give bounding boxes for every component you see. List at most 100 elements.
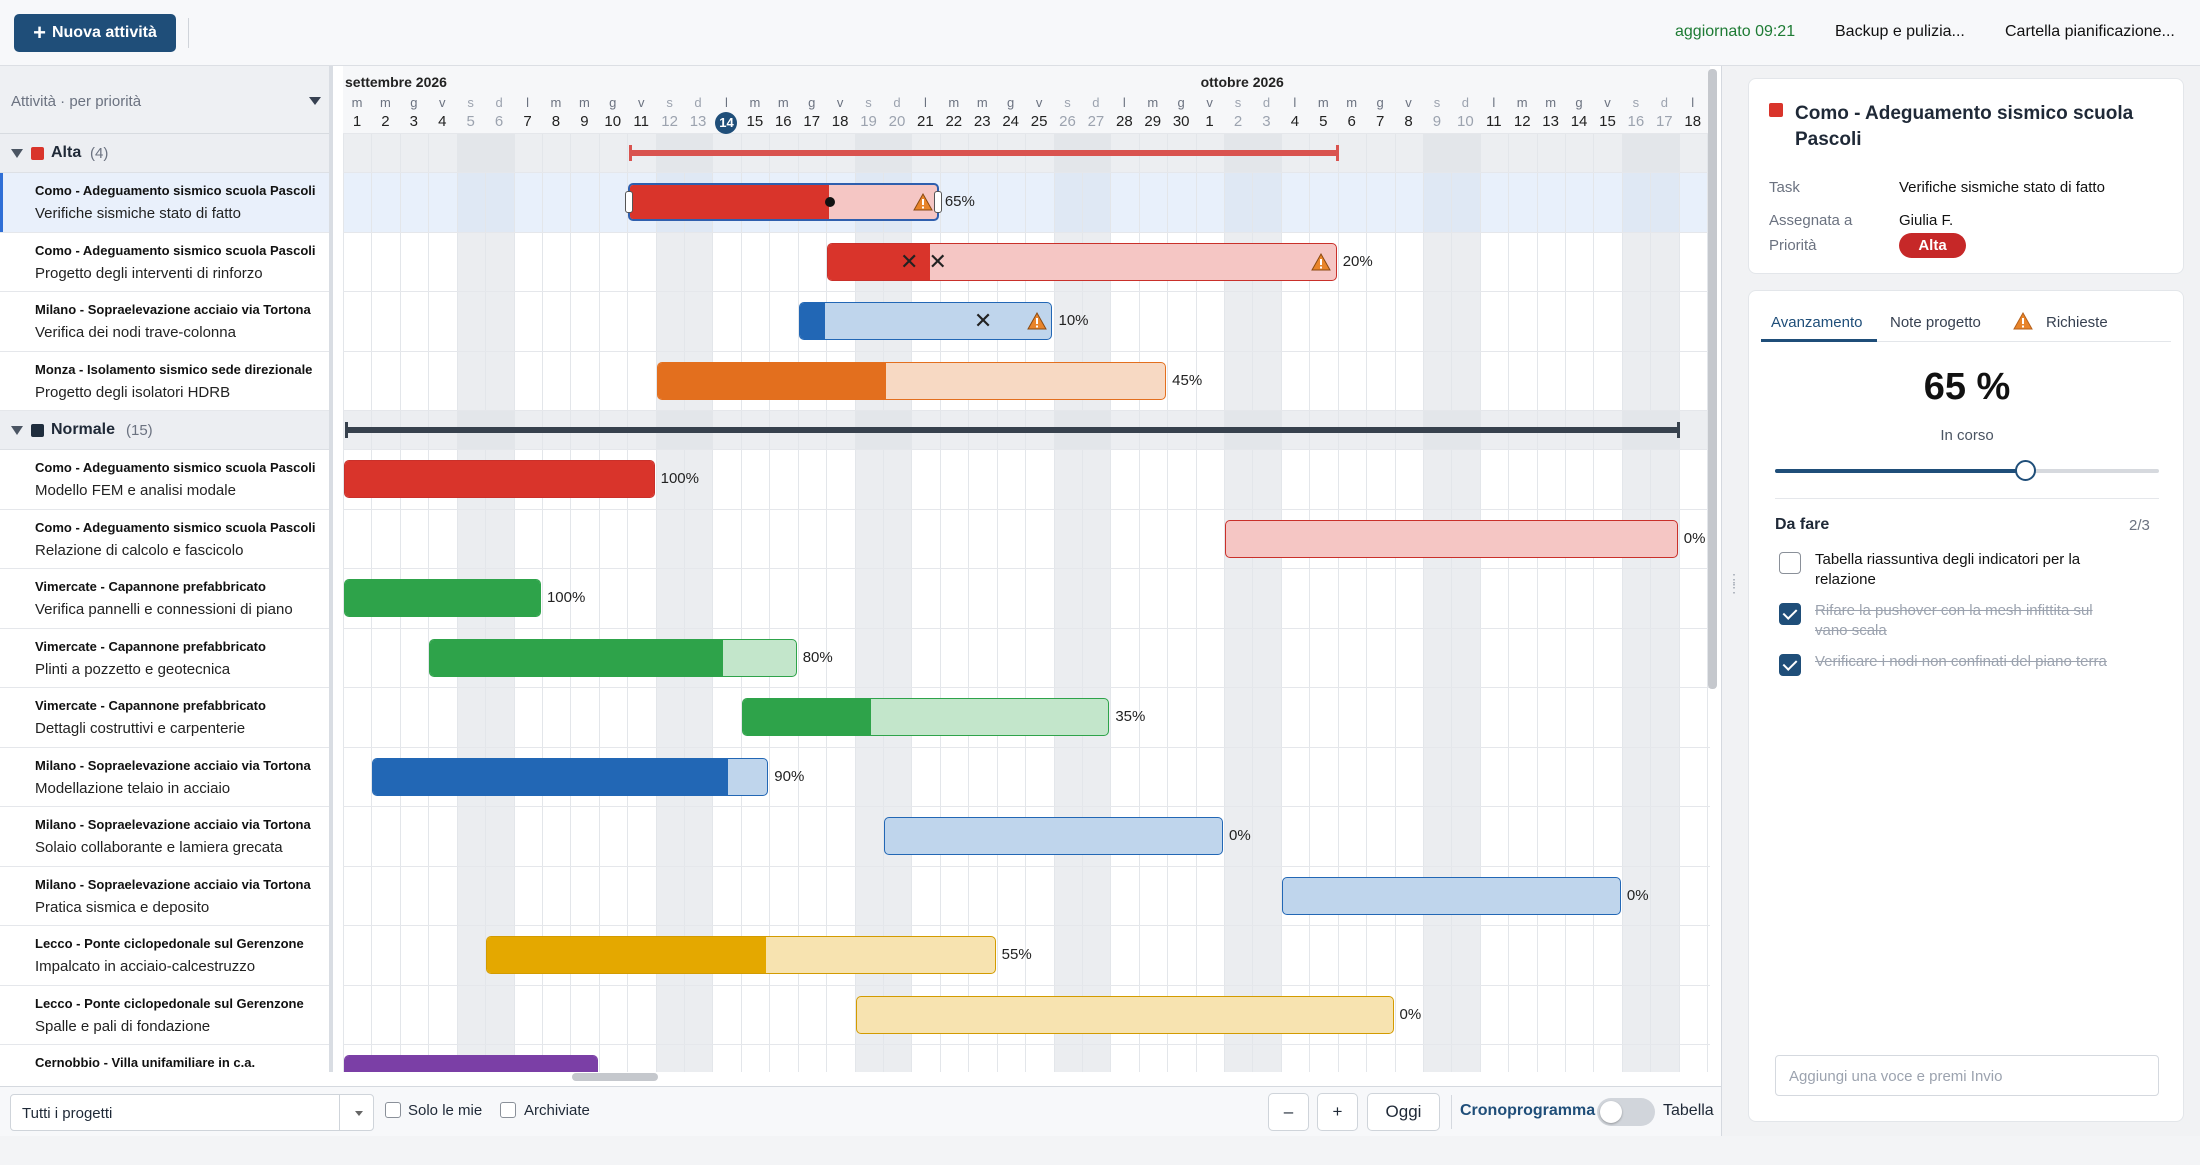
day-letter: s — [1632, 95, 1640, 110]
archived-label[interactable]: Archiviate — [524, 1102, 590, 1119]
task-bar-progress — [373, 758, 728, 795]
day-letter: g — [410, 95, 418, 110]
task-row[interactable]: Milano - Sopraelevazione acciaio via Tor… — [0, 748, 329, 807]
section-divider — [1775, 498, 2159, 499]
bottom-toolbar: Tutti i progetti Solo le mie Archiviate … — [0, 1086, 1722, 1136]
task-bar[interactable] — [741, 698, 1110, 736]
toggle-knob — [1600, 1101, 1622, 1123]
collapse-triangle-icon[interactable] — [11, 149, 23, 158]
tab-note-progetto[interactable]: Note progetto — [1890, 314, 1981, 331]
group-by-label: Attività · per priorità — [11, 93, 142, 110]
progress-slider[interactable] — [1775, 460, 2159, 481]
day-letter: s — [467, 95, 474, 110]
active-tab-indicator — [1761, 339, 1877, 342]
chevron-down-icon[interactable] — [309, 97, 321, 105]
task-bar[interactable] — [855, 995, 1394, 1034]
day-number: 8 — [551, 113, 561, 130]
task-project: Vimercate - Capannone prefabbricato — [35, 579, 266, 594]
task-row[interactable]: Lecco - Ponte ciclopedonale sul Gerenzon… — [0, 926, 329, 986]
backup-button[interactable]: Backup e pulizia... — [1835, 23, 1965, 41]
task-bar[interactable] — [344, 579, 541, 617]
day-letter: l — [725, 95, 728, 110]
task-bar[interactable] — [798, 302, 1053, 340]
zoom-in-button[interactable]: + — [1317, 1093, 1358, 1131]
timeline-panel[interactable]: settembre 2026 ottobre 2026 m m g v s d l m m g v s d l… — [343, 66, 1710, 1072]
task-row[interactable]: Monza - Isolamento sismico sede direzion… — [0, 352, 329, 411]
task-bar[interactable] — [344, 1055, 598, 1072]
task-bar[interactable] — [372, 757, 769, 796]
task-bar-progress — [345, 461, 654, 497]
priority-badge[interactable]: Alta — [1899, 233, 1966, 258]
collapse-triangle-icon[interactable] — [11, 426, 23, 435]
panel-splitter-handle[interactable]: ⋮ ⋮ — [1727, 572, 1741, 594]
task-list-panel: Attività · per priorità Alta (4) Normale (1… — [0, 66, 333, 1072]
group-header-normale[interactable]: Normale (15) — [0, 411, 329, 450]
day-gridline — [1479, 134, 1481, 1072]
new-task-label: Nuova attività — [51, 24, 157, 41]
gantt-view-label[interactable]: Cronoprogramma — [1460, 1102, 1595, 1120]
day-letter: v — [1405, 95, 1412, 110]
row-gridline — [343, 687, 1710, 688]
task-bar[interactable] — [486, 936, 996, 974]
tab-avanzamento[interactable]: Avanzamento — [1771, 314, 1862, 331]
task-row[interactable]: Milano - Sopraelevazione acciaio via Tor… — [0, 807, 329, 867]
today-button[interactable]: Oggi — [1367, 1093, 1440, 1131]
task-bar[interactable] — [628, 183, 939, 221]
task-project: Como - Adeguamento sismico scuola Pascol… — [35, 183, 316, 198]
table-view-label[interactable]: Tabella — [1663, 1102, 1714, 1120]
task-bar[interactable] — [1225, 519, 1678, 558]
task-row[interactable]: Milano - Sopraelevazione acciaio via Tor… — [0, 867, 329, 926]
horizontal-scrollbar[interactable] — [572, 1073, 658, 1081]
only-mine-label[interactable]: Solo le mie — [408, 1102, 482, 1119]
todo-checkbox[interactable] — [1779, 603, 1801, 625]
group-summary-bar — [629, 145, 1339, 161]
day-letter: g — [609, 95, 617, 110]
vertical-scrollbar[interactable] — [1708, 69, 1717, 689]
row-gridline — [343, 410, 1710, 411]
day-gridline — [712, 134, 714, 1072]
resize-handle-end[interactable] — [933, 191, 942, 213]
task-row[interactable]: Como - Adeguamento sismico scuola Pascol… — [0, 173, 329, 233]
day-letter: g — [1007, 95, 1015, 110]
day-number: 20 — [888, 113, 906, 130]
resize-handle-start[interactable] — [625, 191, 634, 213]
day-letter: l — [1492, 95, 1496, 110]
task-row[interactable]: Vimercate - Capannone prefabbricato Verif… — [0, 569, 329, 629]
todo-checkbox[interactable] — [1779, 654, 1801, 676]
task-bar[interactable] — [656, 361, 1167, 400]
task-row[interactable]: Cernobbio - Villa unifamiliare in c.a. — [0, 1045, 329, 1072]
toolbar-divider — [1451, 1095, 1452, 1129]
day-gridline — [1621, 134, 1623, 1072]
task-bar[interactable] — [429, 638, 797, 677]
view-toggle[interactable] — [1597, 1098, 1655, 1126]
archived-checkbox[interactable] — [500, 1102, 516, 1118]
task-row[interactable]: Como - Adeguamento sismico scuola Pascol… — [0, 510, 329, 569]
todo-checkbox[interactable] — [1779, 552, 1801, 574]
task-bar[interactable] — [883, 817, 1223, 855]
project-filter-select[interactable]: Tutti i progetti — [10, 1094, 374, 1131]
day-letter: l — [1293, 95, 1297, 110]
task-bar-percent: 10% — [1058, 312, 1089, 329]
add-todo-input[interactable]: Aggiungi una voce e premi Invio — [1775, 1055, 2159, 1096]
task-bar[interactable] — [344, 460, 655, 498]
day-gridline — [627, 134, 629, 1072]
new-task-button[interactable]: + Nuova attività — [14, 14, 176, 52]
task-row[interactable]: Vimercate - Capannone prefabbricato Plint… — [0, 629, 329, 688]
task-row[interactable]: Milano - Sopraelevazione acciaio via Tor… — [0, 292, 329, 352]
day-letter: s — [1064, 95, 1071, 110]
planning-folder-button[interactable]: Cartella pianificazione... — [2005, 23, 2175, 41]
task-row[interactable]: Vimercate - Capannone prefabbricato Detta… — [0, 688, 329, 748]
zoom-out-button[interactable]: – — [1268, 1093, 1309, 1131]
group-header-alta[interactable]: Alta (4) — [0, 134, 329, 173]
tab-richieste[interactable]: Richieste — [2046, 314, 2108, 331]
task-row[interactable]: Como - Adeguamento sismico scuola Pascol… — [0, 450, 329, 510]
priority-color-swatch — [31, 424, 44, 437]
task-row[interactable]: Lecco - Ponte ciclopedonale sul Gerenzon… — [0, 986, 329, 1045]
task-bar[interactable] — [1281, 876, 1621, 915]
task-list-header[interactable]: Attività · per priorità — [0, 66, 329, 134]
only-mine-checkbox[interactable] — [385, 1102, 401, 1118]
assigned-value: Giulia F. — [1899, 212, 1954, 229]
progress-slider-knob[interactable] — [2014, 460, 2036, 481]
row-gridline — [343, 231, 1710, 233]
task-row[interactable]: Como - Adeguamento sismico scuola Pascol… — [0, 233, 329, 292]
